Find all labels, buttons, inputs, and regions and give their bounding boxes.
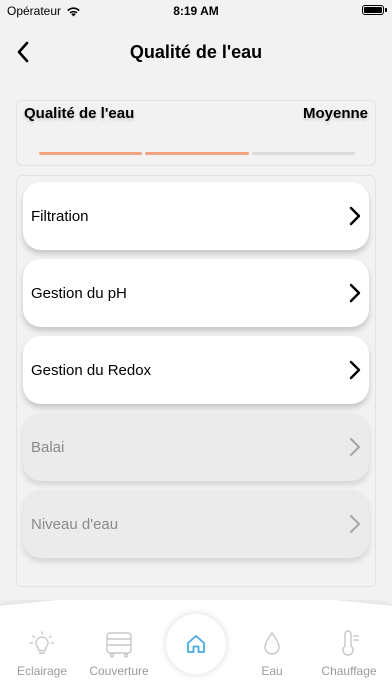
menu-item-label: Gestion du Redox bbox=[31, 361, 152, 379]
chevron-right-icon bbox=[349, 360, 361, 380]
menu-panel: Filtration Gestion du pH Gestion du Redo… bbox=[16, 175, 376, 587]
drop-icon bbox=[264, 631, 280, 655]
tab-label: Eau bbox=[261, 664, 283, 678]
menu-item-label: Filtration bbox=[31, 207, 89, 225]
chevron-right-icon bbox=[349, 437, 361, 457]
thermometer-icon bbox=[342, 630, 359, 656]
tab-home-button[interactable] bbox=[166, 614, 226, 674]
cover-icon bbox=[106, 632, 132, 658]
tab-label: Couverture bbox=[89, 664, 149, 678]
chevron-right-icon bbox=[349, 206, 361, 226]
menu-item-label: Niveau d'eau bbox=[31, 515, 119, 533]
quality-label: Qualité de l'eau bbox=[24, 105, 135, 122]
menu-item-filtration[interactable]: Filtration bbox=[23, 182, 369, 250]
tab-bar: Eclairage Couverture Eau Chauffage bbox=[0, 600, 392, 696]
quality-level-bar bbox=[39, 152, 355, 155]
status-bar: Opérateur 8:19 AM bbox=[0, 0, 392, 22]
chevron-right-icon bbox=[349, 283, 361, 303]
quality-level-segment-1 bbox=[39, 152, 143, 155]
tab-eclairage[interactable]: Eclairage bbox=[6, 630, 78, 678]
tab-eau[interactable]: Eau bbox=[236, 630, 308, 678]
menu-item-label: Balai bbox=[31, 438, 65, 456]
tab-label: Chauffage bbox=[321, 664, 377, 678]
quality-value: Moyenne bbox=[302, 105, 368, 122]
battery-icon bbox=[362, 5, 387, 15]
menu-item-gestion-ph[interactable]: Gestion du pH bbox=[23, 259, 369, 327]
quality-summary-card: Qualité de l'eau Moyenne bbox=[16, 100, 376, 166]
quality-level-segment-3 bbox=[251, 152, 355, 155]
status-time: 8:19 AM bbox=[173, 4, 219, 18]
menu-item-balai[interactable]: Balai bbox=[23, 413, 369, 481]
nav-header: Qualité de l'eau bbox=[0, 30, 392, 74]
tab-couverture[interactable]: Couverture bbox=[83, 630, 155, 678]
bulb-icon bbox=[29, 631, 55, 654]
menu-item-gestion-redox[interactable]: Gestion du Redox bbox=[23, 336, 369, 404]
chevron-right-icon bbox=[349, 514, 361, 534]
tab-label: Eclairage bbox=[16, 664, 68, 678]
home-icon bbox=[187, 635, 205, 653]
page-title: Qualité de l'eau bbox=[129, 42, 263, 62]
menu-item-label: Gestion du pH bbox=[31, 284, 127, 302]
menu-item-niveau-eau[interactable]: Niveau d'eau bbox=[23, 490, 369, 558]
quality-level-segment-2 bbox=[145, 152, 249, 155]
tab-chauffage[interactable]: Chauffage bbox=[313, 630, 385, 678]
